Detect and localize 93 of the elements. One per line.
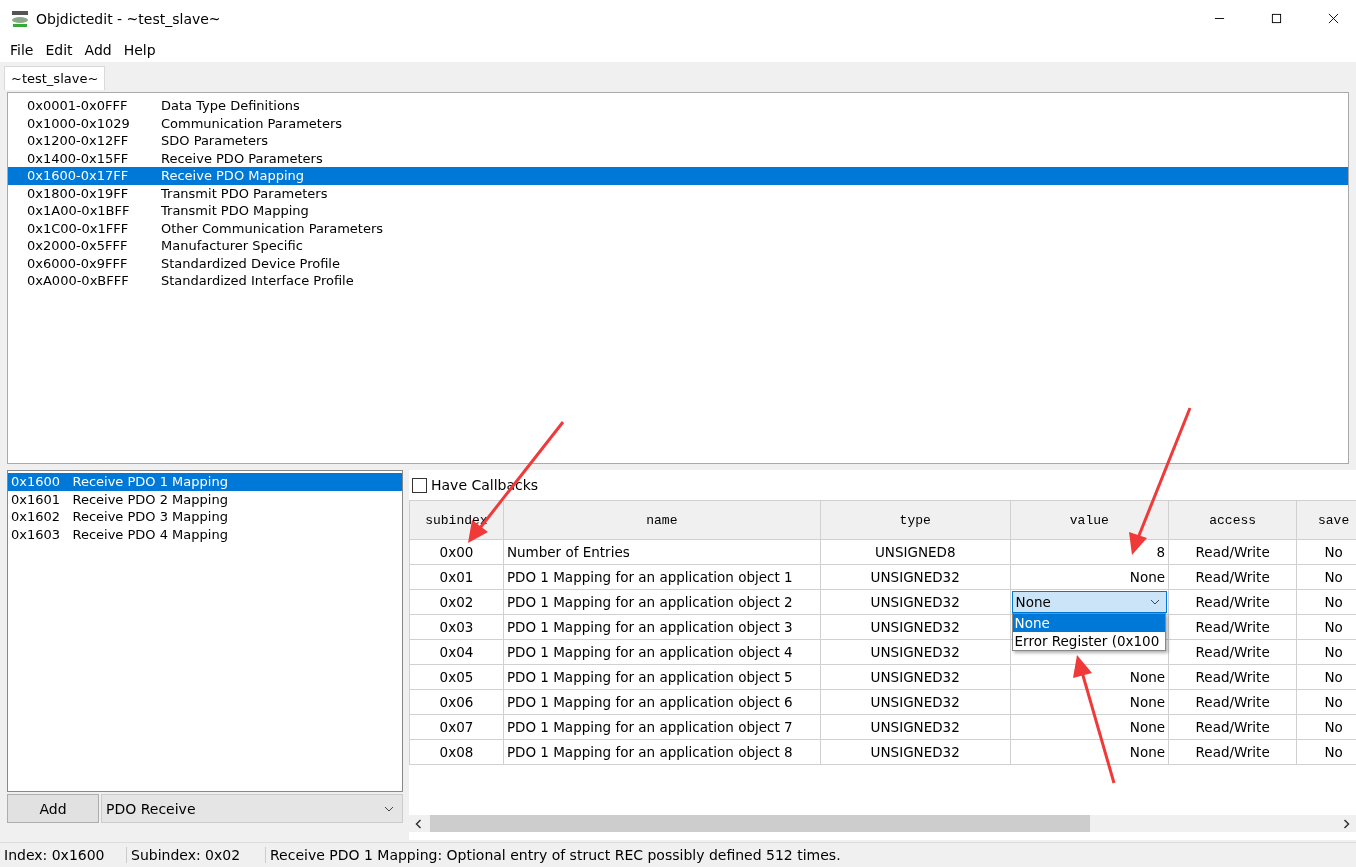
scroll-right-icon[interactable] [1343, 818, 1350, 829]
table-cell: UNSIGNED8 [874, 544, 956, 560]
column-header[interactable]: name [503, 500, 821, 540]
value-dropdown[interactable]: None [1011, 591, 1168, 613]
range-item[interactable]: 0x1A00-0x1BFF Transmit PDO Mapping [8, 202, 1348, 220]
dropdown-option[interactable]: Error Register (0x100 [1012, 632, 1165, 650]
table-cell: PDO 1 Mapping for an application object 3 [506, 619, 793, 635]
window-title: Objdictedit - ~test_slave~ [36, 10, 222, 27]
scroll-left-icon[interactable] [415, 818, 422, 829]
table-cell: 0x03 [439, 619, 474, 635]
column-header[interactable]: save [1296, 500, 1356, 540]
table-cell: None [1129, 744, 1166, 760]
table-cell: Read/Write [1195, 569, 1270, 585]
table-cell: 0x00 [439, 544, 474, 560]
table-cell: UNSIGNED32 [870, 569, 960, 585]
table-cell: None [1129, 719, 1166, 735]
table-cell: UNSIGNED32 [870, 619, 960, 635]
column-header[interactable]: access [1168, 500, 1297, 540]
table-cell: 0x07 [439, 719, 474, 735]
column-header[interactable]: subindex [409, 500, 504, 540]
range-item[interactable]: 0x2000-0x5FFF Manufacturer Specific [8, 237, 1348, 255]
table-cell: PDO 1 Mapping for an application object 7 [506, 719, 793, 735]
table-cell: 0x08 [439, 744, 474, 760]
table-cell: None [1129, 694, 1166, 710]
status-text: Receive PDO 1 Mapping: Optional entry of struct REC possibly defined 512 times. [269, 847, 842, 863]
type-dropdown[interactable]: PDO Receive [101, 794, 403, 823]
add-button[interactable]: Add [7, 794, 99, 823]
index-item[interactable]: 0x1600 Receive PDO 1 Mapping [8, 473, 402, 491]
table-cell: PDO 1 Mapping for an application object 1 [506, 569, 793, 585]
table-cell: PDO 1 Mapping for an application object 4 [506, 644, 793, 660]
menu-item[interactable]: File [4, 41, 40, 58]
table-cell: PDO 1 Mapping for an application object 5 [506, 669, 793, 685]
range-item[interactable]: 0x6000-0x9FFF Standardized Device Profile [8, 254, 1348, 272]
status-text: Subindex: 0x02 [127, 847, 266, 863]
table-cell: 0x06 [439, 694, 474, 710]
horizontal-scrollbar[interactable] [409, 815, 1356, 832]
table-cell: No [1324, 619, 1343, 635]
index-item[interactable]: 0x1603 Receive PDO 4 Mapping [8, 525, 402, 543]
table-cell: Read/Write [1195, 544, 1270, 560]
table-cell: 0x02 [439, 594, 474, 610]
table-cell: UNSIGNED32 [870, 744, 960, 760]
range-item[interactable]: 0x1000-0x1029 Communication Parameters [8, 114, 1348, 132]
table-cell: UNSIGNED32 [870, 719, 960, 735]
chevron-down-icon [384, 805, 394, 812]
table-cell: Read/Write [1195, 619, 1270, 635]
table-cell: No [1324, 669, 1343, 685]
column-header[interactable]: value [1010, 500, 1169, 540]
table-cell: No [1324, 694, 1343, 710]
range-item[interactable]: 0x1C00-0x1FFF Other Communication Parameters [8, 219, 1348, 237]
table-cell: UNSIGNED32 [870, 644, 960, 660]
table-cell: No [1324, 719, 1343, 735]
menu-item[interactable]: Add [78, 41, 118, 58]
table-cell: PDO 1 Mapping for an application object 8 [506, 744, 793, 760]
table-cell: No [1324, 644, 1343, 660]
index-item[interactable]: 0x1601 Receive PDO 2 Mapping [8, 490, 402, 508]
table-cell: None [1129, 669, 1166, 685]
table-cell: Read/Write [1195, 719, 1270, 735]
range-item[interactable]: 0x1200-0x12FF SDO Parameters [8, 132, 1348, 150]
table-cell: PDO 1 Mapping for an application object 2 [506, 594, 793, 610]
app-logo-icon [10, 8, 30, 29]
table-cell: UNSIGNED32 [870, 694, 960, 710]
menu-item[interactable]: Edit [39, 41, 79, 58]
chevron-down-icon [1150, 599, 1161, 605]
table-cell: 0x05 [439, 669, 474, 685]
table-cell: PDO 1 Mapping for an application object 6 [506, 694, 793, 710]
table-cell: Read/Write [1195, 744, 1270, 760]
range-item[interactable]: 0xA000-0xBFFF Standardized Interface Profile [8, 272, 1348, 290]
checkbox[interactable] [412, 477, 427, 493]
table-cell: Number of Entries [506, 544, 630, 560]
table-cell: Read/Write [1195, 669, 1270, 685]
index-item[interactable]: 0x1602 Receive PDO 3 Mapping [8, 508, 402, 526]
menu-item[interactable]: Help [117, 41, 162, 58]
table-cell: UNSIGNED32 [870, 594, 960, 610]
table-cell: No [1324, 569, 1343, 585]
range-item[interactable]: 0x0001-0x0FFF Data Type Definitions [8, 97, 1348, 115]
table-cell: Read/Write [1195, 694, 1270, 710]
range-item[interactable]: 0x1400-0x15FF Receive PDO Parameters [8, 149, 1348, 167]
table-cell: 8 [1156, 544, 1166, 560]
range-item[interactable]: 0x1600-0x17FF Receive PDO Mapping [8, 167, 1348, 185]
document-tab[interactable]: ~test_slave~ [4, 66, 106, 90]
table-cell: Read/Write [1195, 594, 1270, 610]
range-item[interactable]: 0x1800-0x19FF Transmit PDO Parameters [8, 184, 1348, 202]
table-cell: No [1324, 594, 1343, 610]
table-cell: UNSIGNED32 [870, 669, 960, 685]
table-cell: 0x01 [439, 569, 474, 585]
table-cell: Read/Write [1195, 644, 1270, 660]
column-header[interactable]: type [820, 500, 1011, 540]
dropdown-option[interactable]: None [1012, 614, 1165, 632]
status-text: Index: 0x1600 [0, 847, 127, 863]
table-cell: 0x04 [439, 644, 474, 660]
table-cell: No [1324, 744, 1343, 760]
table-cell: No [1324, 544, 1343, 560]
table-cell: None [1129, 569, 1166, 585]
